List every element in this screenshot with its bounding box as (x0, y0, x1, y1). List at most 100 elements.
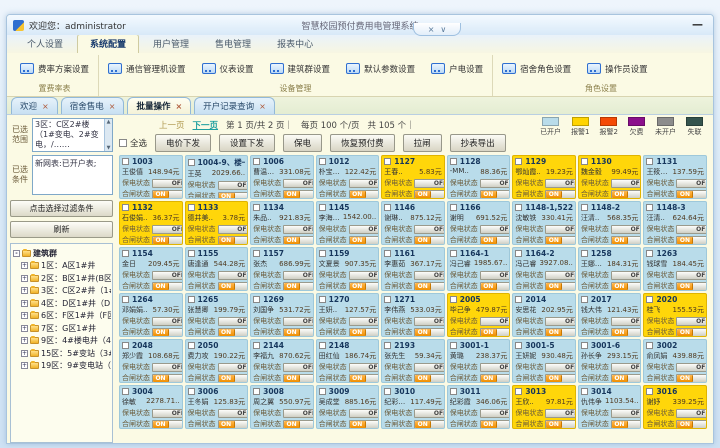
room-checkbox[interactable] (515, 388, 522, 395)
hezha-toggle[interactable]: ON (414, 328, 445, 337)
baodian-toggle[interactable]: OFF (218, 225, 249, 234)
room-checkbox[interactable] (515, 296, 522, 303)
room-checkbox[interactable] (646, 342, 653, 349)
baodian-toggle[interactable]: OFF (349, 409, 380, 418)
hezha-toggle[interactable]: ON (676, 328, 707, 337)
room-checkbox[interactable] (581, 204, 588, 211)
baodian-toggle[interactable]: OFF (152, 363, 183, 372)
hezha-toggle[interactable]: ON (545, 190, 576, 199)
baodian-toggle[interactable]: OFF (414, 271, 445, 280)
hezha-toggle[interactable]: ON (545, 374, 576, 383)
hezha-toggle[interactable]: ON (283, 374, 314, 383)
room-checkbox[interactable] (581, 250, 588, 257)
baodian-toggle[interactable]: OFF (349, 225, 380, 234)
baodian-toggle[interactable]: OFF (283, 179, 314, 188)
baodian-toggle[interactable]: OFF (414, 363, 445, 372)
hezha-toggle[interactable]: ON (283, 328, 314, 337)
room-checkbox[interactable] (581, 296, 588, 303)
room-checkbox[interactable] (450, 342, 457, 349)
room-checkbox[interactable] (253, 388, 260, 395)
baodian-toggle[interactable]: OFF (218, 181, 249, 190)
room-checkbox[interactable] (188, 388, 195, 395)
baodian-toggle[interactable]: OFF (283, 271, 314, 280)
tree-item[interactable]: +2区：B区1#井(B区1#井 (13, 273, 111, 284)
baodian-toggle[interactable]: OFF (218, 317, 249, 326)
room-checkbox[interactable] (319, 296, 326, 303)
baodian-toggle[interactable]: OFF (480, 317, 511, 326)
room-checkbox[interactable] (122, 388, 129, 395)
hezha-toggle[interactable]: ON (349, 190, 380, 199)
hezha-toggle[interactable]: ON (152, 420, 183, 429)
room-checkbox[interactable] (319, 250, 326, 257)
room-checkbox[interactable] (646, 296, 653, 303)
tree-item[interactable]: +3区：C区2#井（1#变电 (13, 285, 111, 296)
baodian-toggle[interactable]: OFF (218, 271, 249, 280)
hezha-toggle[interactable]: ON (218, 328, 249, 337)
hezha-toggle[interactable]: ON (283, 420, 314, 429)
room-checkbox[interactable] (122, 296, 129, 303)
room-checkbox[interactable] (188, 159, 195, 166)
room-checkbox[interactable] (450, 204, 457, 211)
room-checkbox[interactable] (122, 250, 129, 257)
next-page-link[interactable]: 下一页 (193, 119, 219, 131)
room-checkbox[interactable] (384, 296, 391, 303)
baodian-toggle[interactable]: OFF (480, 179, 511, 188)
baodian-toggle[interactable]: OFF (349, 179, 380, 188)
close-icon[interactable]: × (42, 102, 49, 111)
toolbar-button-恢复预付费[interactable]: 恢复预付费 (330, 134, 395, 152)
room-checkbox[interactable] (581, 388, 588, 395)
baodian-toggle[interactable]: OFF (545, 363, 576, 372)
hezha-toggle[interactable]: ON (480, 328, 511, 337)
toolbar-button-电价下发[interactable]: 电价下发 (155, 134, 211, 152)
baodian-toggle[interactable]: OFF (611, 317, 642, 326)
choose-filter-button[interactable]: 点击选择过滤条件 (10, 200, 113, 217)
hezha-toggle[interactable]: ON (349, 374, 380, 383)
hezha-toggle[interactable]: ON (545, 420, 576, 429)
room-checkbox[interactable] (515, 204, 522, 211)
expand-icon[interactable]: + (21, 262, 28, 269)
baodian-toggle[interactable]: OFF (152, 179, 183, 188)
room-checkbox[interactable] (319, 388, 326, 395)
selected-condition-box[interactable]: 新网表:已开户表; (32, 155, 113, 195)
ribbon-tab-用户管理[interactable]: 用户管理 (141, 35, 201, 53)
tree-item[interactable]: +4区：D区1#井（D区1# (13, 298, 111, 309)
baodian-toggle[interactable]: OFF (283, 363, 314, 372)
ribbon-button-宿舍角色设置[interactable]: 宿舍角色设置 (499, 61, 574, 77)
hezha-toggle[interactable]: ON (480, 190, 511, 199)
hezha-toggle[interactable]: ON (611, 282, 642, 291)
toolbar-button-拉闸[interactable]: 拉闸 (403, 134, 442, 152)
room-checkbox[interactable] (122, 342, 129, 349)
hezha-toggle[interactable]: ON (152, 374, 183, 383)
room-checkbox[interactable] (188, 296, 195, 303)
hezha-toggle[interactable]: ON (676, 282, 707, 291)
hezha-toggle[interactable]: ON (349, 328, 380, 337)
quick-access-pill[interactable]: × ∨ (413, 23, 461, 36)
baodian-toggle[interactable]: OFF (611, 225, 642, 234)
room-checkbox[interactable] (450, 250, 457, 257)
hezha-toggle[interactable]: ON (676, 374, 707, 383)
ribbon-tab-系统配置[interactable]: 系统配置 (77, 34, 139, 53)
baodian-toggle[interactable]: OFF (676, 363, 707, 372)
hezha-toggle[interactable]: ON (611, 190, 642, 199)
doc-tab-批量操作[interactable]: 批量操作× (127, 97, 191, 114)
room-checkbox[interactable] (646, 250, 653, 257)
ribbon-button-户电设置[interactable]: 户电设置 (428, 61, 486, 77)
hezha-toggle[interactable]: ON (480, 236, 511, 245)
baodian-toggle[interactable]: OFF (283, 317, 314, 326)
hezha-toggle[interactable]: ON (611, 236, 642, 245)
hezha-toggle[interactable]: ON (480, 374, 511, 383)
hezha-toggle[interactable]: ON (349, 236, 380, 245)
scroll-down-icon[interactable]: ▼ (107, 145, 111, 151)
hezha-toggle[interactable]: ON (152, 328, 183, 337)
baodian-toggle[interactable]: OFF (480, 225, 511, 234)
baodian-toggle[interactable]: OFF (349, 363, 380, 372)
baodian-toggle[interactable]: OFF (414, 179, 445, 188)
baodian-toggle[interactable]: OFF (283, 225, 314, 234)
expand-icon[interactable]: + (21, 350, 28, 357)
collapse-icon[interactable]: - (13, 250, 20, 257)
hezha-toggle[interactable]: ON (218, 374, 249, 383)
ribbon-button-建筑群设置[interactable]: 建筑群设置 (267, 61, 334, 77)
tree-item[interactable]: +9区：4#楼电井（4#楼 (13, 335, 111, 346)
baodian-toggle[interactable]: OFF (611, 271, 642, 280)
ribbon-button-费率方案设置[interactable]: 费率方案设置 (17, 61, 92, 77)
